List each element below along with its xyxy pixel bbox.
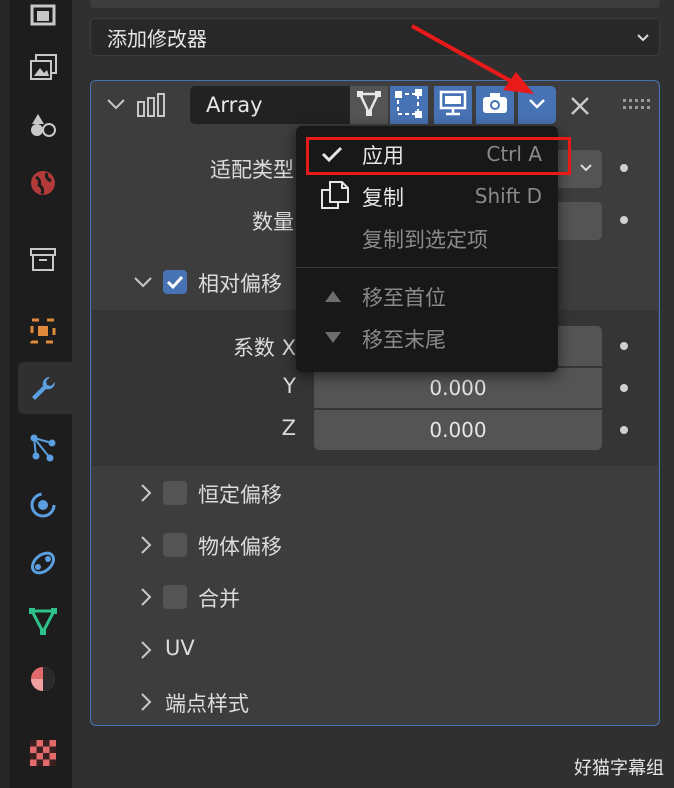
merge-label: 合并 — [198, 587, 240, 611]
y-label: Y — [283, 374, 296, 398]
relative-offset-checkbox[interactable] — [163, 270, 187, 294]
z-label: Z — [281, 416, 296, 440]
add-modifier-dropdown[interactable]: 添加修改器 — [90, 18, 660, 56]
menu-item-duplicate[interactable]: 复制 Shift D — [296, 176, 558, 216]
move-up-icon — [324, 288, 342, 307]
close-icon[interactable] — [568, 94, 592, 122]
factor-x-label: 系数 X — [232, 336, 296, 360]
expand-chevron-icon[interactable] — [138, 586, 154, 612]
menu-item-label: 复制到选定项 — [362, 228, 488, 252]
menu-item-label: 移至末尾 — [362, 328, 446, 352]
properties-tabs-sidebar — [10, 0, 74, 788]
on-cage-icon — [394, 88, 424, 122]
factor-z-field[interactable]: 0.000 — [314, 410, 602, 450]
add-modifier-label: 添加修改器 — [107, 26, 207, 51]
edit-mode-icon — [355, 89, 383, 121]
menu-item-move-to-last[interactable]: 移至末尾 — [296, 318, 558, 358]
output-properties-icon[interactable] — [28, 52, 58, 82]
modifier-name-field[interactable]: Array — [190, 86, 350, 124]
expand-chevron-icon[interactable] — [138, 639, 154, 665]
on-cage-toggle[interactable] — [390, 86, 428, 124]
annotation-highlight-box — [306, 137, 571, 175]
caps-label[interactable]: 端点样式 — [165, 688, 249, 718]
chevron-down-icon — [633, 27, 653, 51]
collapse-chevron-icon[interactable] — [104, 92, 128, 120]
array-modifier-icon — [136, 92, 170, 122]
drag-grip-icon[interactable] — [622, 97, 650, 116]
physics-icon[interactable] — [28, 490, 58, 520]
texture-icon[interactable] — [28, 738, 58, 768]
keyframe-dot[interactable] — [620, 426, 628, 434]
watermark: 好猫字幕组 — [574, 758, 664, 779]
viewport-edge — [0, 0, 10, 788]
keyframe-dot[interactable] — [620, 384, 628, 392]
render-icon — [480, 89, 510, 121]
object-offset-checkbox[interactable] — [163, 533, 187, 557]
uv-label[interactable]: UV — [165, 636, 195, 660]
merge-checkbox[interactable] — [163, 585, 187, 609]
object-icon[interactable] — [28, 316, 58, 346]
menu-item-label: 复制 — [362, 186, 404, 210]
keyframe-dot[interactable] — [620, 164, 628, 172]
collection-icon[interactable] — [28, 244, 58, 274]
count-label: 数量 — [252, 210, 294, 234]
chevron-down-icon — [525, 91, 549, 119]
constant-offset-label: 恒定偏移 — [198, 483, 282, 507]
factor-y-field[interactable]: 0.000 — [314, 368, 602, 408]
keyframe-dot[interactable] — [620, 216, 628, 224]
menu-item-shortcut: Shift D — [474, 184, 542, 208]
relative-offset-label: 相对偏移 — [198, 272, 282, 296]
viewport-toggle[interactable] — [434, 86, 472, 124]
expand-chevron-icon[interactable] — [138, 482, 154, 508]
menu-item-copy-to-selected[interactable]: 复制到选定项 — [296, 218, 558, 258]
check-icon — [163, 275, 187, 298]
tool-icon[interactable] — [28, 0, 58, 30]
expand-chevron-icon[interactable] — [138, 534, 154, 560]
fit-type-label: 适配类型 — [210, 158, 294, 182]
edit-mode-toggle[interactable] — [350, 86, 388, 124]
constant-offset-checkbox[interactable] — [163, 481, 187, 505]
object-offset-label: 物体偏移 — [198, 535, 282, 559]
menu-separator — [296, 267, 558, 268]
world-icon[interactable] — [28, 168, 58, 198]
data-icon[interactable] — [28, 606, 58, 636]
modifier-icon[interactable] — [28, 374, 58, 404]
menu-item-move-to-first[interactable]: 移至首位 — [296, 276, 558, 316]
constraints-icon[interactable] — [28, 548, 58, 578]
collapse-chevron-icon[interactable] — [132, 272, 154, 296]
render-toggle[interactable] — [476, 86, 514, 124]
previous-panel-edge — [90, 0, 660, 8]
chevron-down-icon — [576, 157, 596, 182]
expand-chevron-icon[interactable] — [138, 691, 154, 717]
menu-item-label: 移至首位 — [362, 286, 446, 310]
extra-options-dropdown[interactable] — [518, 86, 556, 124]
duplicate-icon — [320, 180, 350, 214]
viewport-icon — [438, 89, 468, 121]
particles-icon[interactable] — [28, 432, 58, 462]
keyframe-dot[interactable] — [620, 342, 628, 350]
material-icon[interactable] — [28, 664, 58, 694]
view-layer-icon[interactable] — [28, 110, 58, 140]
move-down-icon — [324, 330, 342, 349]
